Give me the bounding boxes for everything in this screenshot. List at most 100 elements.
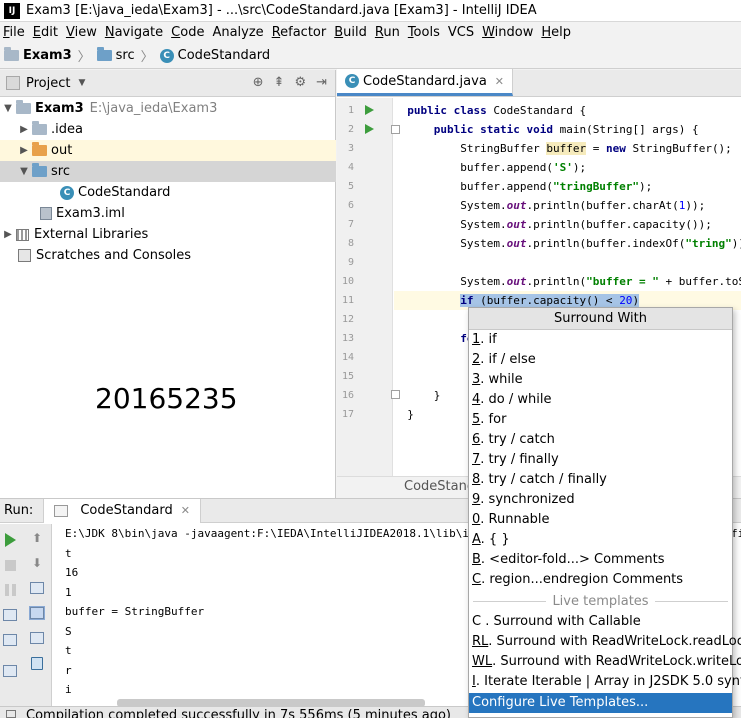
line-number: 16 <box>341 390 354 401</box>
stop-button[interactable] <box>0 556 20 574</box>
scroll-down-button[interactable]: ⬇ <box>27 554 47 572</box>
tree-item-iml[interactable]: Exam3.iml <box>0 203 336 224</box>
tree-iml-label: Exam3.iml <box>56 206 125 221</box>
line-number: 12 <box>341 314 354 325</box>
line-number: 13 <box>341 333 354 344</box>
layout-button[interactable] <box>0 662 20 680</box>
popup-item-runnable[interactable]: 0. Runnable <box>469 510 732 530</box>
popup-item-try-catch-finally[interactable]: 8. try / catch / finally <box>469 470 732 490</box>
menu-edit[interactable]: Edit <box>30 25 63 40</box>
project-view-selector[interactable]: Project <box>26 76 70 91</box>
dropdown-arrow-icon[interactable]: ▼ <box>78 78 85 88</box>
chevron-down-icon[interactable]: ▼ <box>0 103 16 114</box>
chevron-down-icon[interactable]: ▼ <box>16 166 32 177</box>
separator-line <box>473 600 547 602</box>
menu-analyze[interactable]: Analyze <box>209 25 268 40</box>
popup-item-if[interactable]: 1. if <box>469 330 732 350</box>
chevron-right-icon[interactable]: ▶ <box>16 124 32 135</box>
popup-item-try-finally[interactable]: 7. try / finally <box>469 450 732 470</box>
configure-live-templates[interactable]: Configure Live Templates... <box>469 693 732 713</box>
popup-item-while[interactable]: 3. while <box>469 370 732 390</box>
tree-class-label: CodeStandard <box>78 185 171 200</box>
code-token: 'S' <box>552 161 573 174</box>
student-id-watermark: 20165235 <box>95 382 238 415</box>
tree-item-scratches[interactable]: Scratches and Consoles <box>0 245 336 266</box>
run-gutter-icon[interactable] <box>365 124 374 134</box>
arrow-up-icon: ⬆ <box>31 531 43 545</box>
project-tree: ▼ Exam3 E:\java_ieda\Exam3 ▶ .idea ▶ out… <box>0 98 336 266</box>
project-view-icon <box>6 76 20 90</box>
editor-gutter: 1 2 3 4 5 6 7 8 9 10 11 12 13 14 15 16 1… <box>337 98 400 494</box>
close-icon[interactable]: ✕ <box>181 504 190 517</box>
tree-item-libraries[interactable]: ▶ External Libraries <box>0 224 336 245</box>
gear-icon[interactable]: ⚙ <box>294 75 306 90</box>
menu-help[interactable]: Help <box>538 25 576 40</box>
tree-item-root[interactable]: ▼ Exam3 E:\java_ieda\Exam3 <box>0 98 336 119</box>
line-number: 10 <box>341 276 354 287</box>
menu-code[interactable]: Code <box>168 25 209 40</box>
menu-refactor[interactable]: Refactor <box>269 25 332 40</box>
code-token: main(String[] args) { <box>559 123 699 136</box>
pause-icon <box>4 584 16 596</box>
locate-icon[interactable]: ⊕ <box>253 75 264 90</box>
popup-item-editor-fold[interactable]: B. <editor-fold...> Comments <box>469 550 732 570</box>
breadcrumb-src[interactable]: src <box>96 47 135 63</box>
scroll-to-end-icon <box>29 606 45 620</box>
tab-codestandard[interactable]: C CodeStandard.java ✕ <box>337 69 514 96</box>
dump-threads-button[interactable] <box>0 606 20 624</box>
line-number: 6 <box>347 200 354 211</box>
print-button[interactable] <box>27 629 47 647</box>
chevron-right-icon[interactable]: ▶ <box>16 145 32 156</box>
code-token: "tring" <box>685 237 732 250</box>
popup-item-writelock[interactable]: WL. Surround with ReadWriteLock.writeLoc… <box>469 652 741 672</box>
menu-tools[interactable]: Tools <box>405 25 445 40</box>
popup-item-for[interactable]: 5. for <box>469 410 732 430</box>
pause-button[interactable] <box>0 581 20 599</box>
popup-item-if-else[interactable]: 2. if / else <box>469 350 732 370</box>
menu-file[interactable]: File <box>0 25 30 40</box>
menu-run[interactable]: Run <box>372 25 405 40</box>
popup-item-iterate[interactable]: I. Iterate Iterable | Array in J2SDK 5.0… <box>469 672 741 692</box>
tree-item-src[interactable]: ▼ src <box>0 161 336 182</box>
chevron-right-icon: 〉 <box>77 50 91 65</box>
code-token: out <box>506 275 527 288</box>
line-number: 3 <box>347 143 354 154</box>
code-token: out <box>506 199 527 212</box>
hide-icon[interactable]: ⇥ <box>316 75 327 90</box>
menu-window[interactable]: Window <box>479 25 538 40</box>
close-icon[interactable]: ✕ <box>495 75 504 88</box>
popup-item-callable[interactable]: C . Surround with Callable <box>469 612 732 632</box>
code-token: new <box>605 142 626 155</box>
collapse-all-icon[interactable]: ⇞ <box>274 75 285 90</box>
code-line: buffer.append('S'); <box>394 158 741 177</box>
popup-item-region[interactable]: C. region...endregion Comments <box>469 570 732 590</box>
line-number: 7 <box>347 219 354 230</box>
popup-item-readlock[interactable]: RL. Surround with ReadWriteLock.readLock <box>469 632 741 652</box>
breadcrumb-file[interactable]: C CodeStandard <box>159 48 270 63</box>
menu-view[interactable]: View <box>63 25 102 40</box>
soft-wrap-button[interactable] <box>27 579 47 597</box>
popup-item-braces[interactable]: A. { } <box>469 530 732 550</box>
popup-item-synchronized[interactable]: 9. synchronized <box>469 490 732 510</box>
tree-item-codestandard[interactable]: C CodeStandard <box>0 182 336 203</box>
run-tab-codestandard[interactable]: CodeStandard ✕ <box>43 498 201 523</box>
clear-all-button[interactable] <box>27 654 47 672</box>
menu-build[interactable]: Build <box>331 25 372 40</box>
chevron-right-icon[interactable]: ▶ <box>0 229 16 240</box>
popup-item-do-while[interactable]: 4. do / while <box>469 390 732 410</box>
editor-tabs: C CodeStandard.java ✕ <box>337 69 741 97</box>
exit-button[interactable] <box>0 631 20 649</box>
popup-item-try-catch[interactable]: 6. try / catch <box>469 430 732 450</box>
scroll-up-button[interactable]: ⬆ <box>27 529 47 547</box>
tree-item-idea[interactable]: ▶ .idea <box>0 119 336 140</box>
rerun-button[interactable] <box>0 531 20 549</box>
breadcrumb-project[interactable]: Exam3 <box>4 47 72 63</box>
tree-item-out[interactable]: ▶ out <box>0 140 336 161</box>
menu-vcs[interactable]: VCS <box>445 25 479 40</box>
scroll-to-end-button[interactable] <box>27 604 47 622</box>
status-icon[interactable] <box>6 710 16 718</box>
menu-navigate[interactable]: Navigate <box>102 25 168 40</box>
code-token: .println(buffer.charAt( <box>526 199 679 212</box>
run-gutter-icon[interactable] <box>365 105 374 115</box>
